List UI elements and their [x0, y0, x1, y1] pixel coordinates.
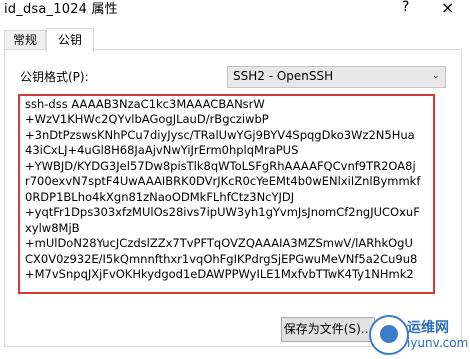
- watermark-url: iyunv.com: [407, 336, 469, 350]
- watermark-logo-icon: [369, 315, 409, 355]
- key-line: +M7vSnpqJXjFvOKHkydgod1eDAWPPWyILE1Mxfvb…: [25, 267, 414, 281]
- key-line: +YWBJD/KYDG3Jel57Dw8pisTlk8qWToLSFgRhAAA…: [25, 159, 416, 173]
- chevron-down-icon: ⌄: [431, 70, 440, 81]
- key-line: +3nDtPzswsKNhPCu7diyJysc/TRalUwYGj9BYV4S…: [25, 128, 415, 142]
- window-title: id_dsa_1024 属性: [4, 2, 118, 17]
- tab-general[interactable]: 常规: [4, 30, 46, 50]
- key-line: xylw8MjB: [25, 221, 80, 235]
- key-line: 0RDP1BLho4kXgn81zNaoODMkFLhfCtz3NcYJDJ: [25, 190, 295, 204]
- public-key-textbox[interactable]: ssh-dss AAAAB3NzaC1kc3MAAACBANsrW +WzV1K…: [18, 94, 435, 294]
- title-bar: id_dsa_1024 属性 ? ×: [0, 0, 470, 28]
- key-line: 43iCxLJ+4uGl8H68JaAjvNwYiJrErm0hplqMraPU…: [25, 143, 299, 157]
- tab-strip: 常规 公钥: [0, 28, 470, 52]
- close-button[interactable]: ×: [441, 0, 454, 17]
- watermark-title: 运维网: [407, 320, 449, 336]
- key-line: +WzV1KHWc2QYvlbAGogJLauD/rBgcziwbP: [25, 112, 269, 126]
- watermark-logo-inner: [380, 325, 398, 343]
- key-line: +yqtFr1Dps303xfzMUlOs28ivs7ipUW3yh1gYvmJ…: [25, 205, 420, 219]
- key-line: CX0V0z932E/I5kQmnnfthxr1vqOhFgIKPdrgSjEP…: [25, 252, 418, 266]
- key-line: ssh-dss AAAAB3NzaC1kc3MAAACBANsrW: [25, 97, 265, 111]
- key-format-value: SSH2 - OpenSSH: [233, 69, 334, 83]
- help-button[interactable]: ?: [402, 0, 409, 15]
- tab-public-key[interactable]: 公钥: [46, 28, 94, 52]
- save-to-file-button[interactable]: 保存为文件(S)...: [281, 317, 375, 342]
- key-format-select[interactable]: SSH2 - OpenSSH ⌄: [227, 66, 446, 88]
- key-line: r700exvN7sptF4UwAAAIBRK0DVrJKcR0cYeEMt4b…: [25, 174, 421, 188]
- key-line: +mUlDoN28YucJCzdslZZx7TvPFTqOVZQAAAIA3MZ…: [25, 236, 413, 250]
- key-format-label: 公钥格式(P):: [20, 70, 89, 84]
